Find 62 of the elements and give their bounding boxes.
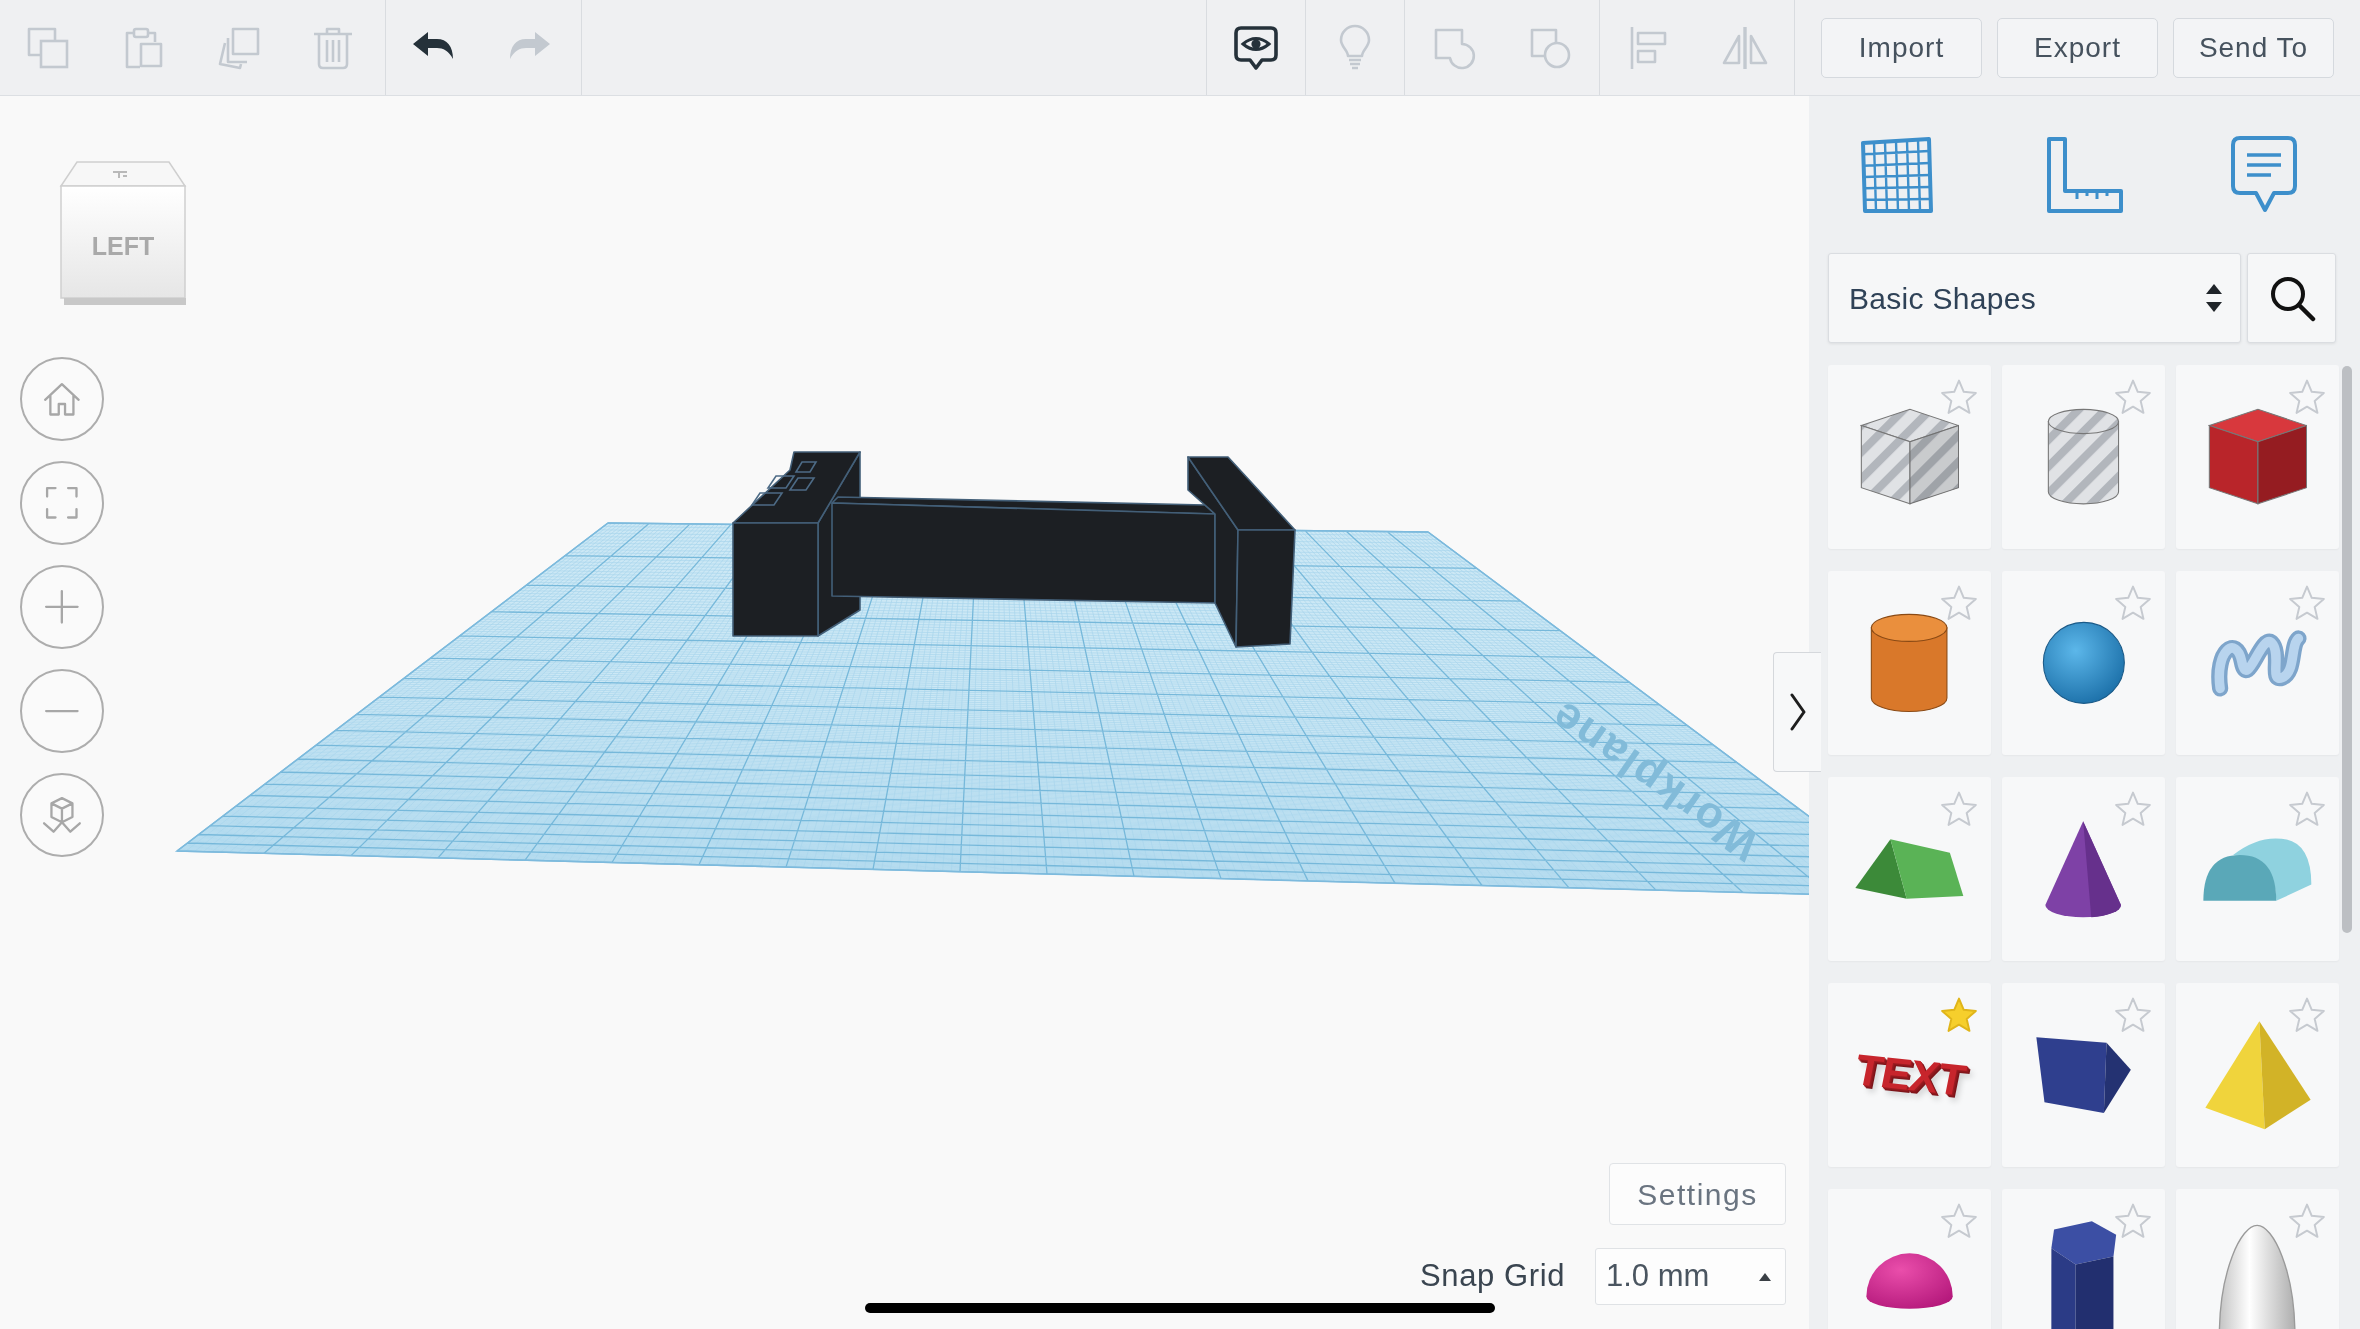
shape-tile[interactable] (1828, 365, 1991, 549)
wedge-icon (2034, 1035, 2133, 1115)
panel-toggle-button[interactable] (1773, 652, 1821, 772)
house-icon (43, 381, 81, 417)
star-icon[interactable] (1941, 585, 1977, 621)
star-icon[interactable] (2289, 379, 2325, 415)
minus-icon (44, 708, 80, 714)
snap-grid-label: Snap Grid (1420, 1257, 1565, 1296)
cube-icon (2207, 408, 2308, 506)
shape-tile[interactable] (2002, 365, 2165, 549)
prism-icon (1854, 837, 1965, 901)
import-button[interactable]: Import (1821, 17, 1982, 78)
star-icon[interactable] (1941, 1203, 1977, 1239)
plus-icon (44, 589, 80, 625)
cone-icon (2044, 819, 2123, 919)
corner-brackets-icon (45, 486, 79, 520)
star-icon[interactable] (2289, 585, 2325, 621)
star-icon[interactable] (2289, 997, 2325, 1033)
shape-tile[interactable] (2002, 1189, 2165, 1329)
shape-tile[interactable] (1828, 571, 1991, 755)
search-button[interactable] (2247, 253, 2336, 343)
paraboloid-icon (2218, 1224, 2297, 1329)
star-icon[interactable] (2115, 791, 2151, 827)
send-to-button[interactable]: Send To (2173, 17, 2334, 78)
cube-icon (42, 796, 82, 834)
scrollbar[interactable] (2342, 366, 2352, 933)
shape-tile[interactable] (2176, 983, 2339, 1167)
half-cylinder-icon (2202, 835, 2313, 903)
pyramid-icon (2203, 1019, 2312, 1131)
chevron-icon (1788, 693, 1807, 731)
shape-tile[interactable] (2002, 571, 2165, 755)
shape-tile[interactable] (2176, 571, 2339, 755)
settings-button[interactable]: Settings (1609, 1163, 1786, 1225)
shape-tile[interactable] (2002, 983, 2165, 1167)
hemisphere-icon (1864, 1251, 1955, 1311)
star-icon[interactable] (2115, 585, 2151, 621)
double-caret-icon (2206, 284, 2222, 312)
eye-bubble-icon (1232, 23, 1280, 72)
hexagonal-prism-icon (2049, 1220, 2118, 1329)
export-button[interactable]: Export (1997, 17, 2158, 78)
star-icon[interactable] (2289, 791, 2325, 827)
shape-tile[interactable] (2176, 1189, 2339, 1329)
striped-cylinder-icon (2047, 408, 2120, 506)
caret-icon (1759, 1272, 1771, 1281)
striped-cube-icon (1859, 408, 1960, 506)
shape-tile[interactable]: TEXT (1828, 983, 1991, 1167)
sphere-icon (2041, 621, 2126, 705)
cylinder-icon (1870, 613, 1949, 713)
star-icon[interactable] (2115, 997, 2151, 1033)
star-icon[interactable] (1941, 791, 1977, 827)
star-icon[interactable] (2289, 1203, 2325, 1239)
star-icon[interactable] (1941, 379, 1977, 415)
shape-tile[interactable] (2176, 365, 2339, 549)
shape-tile[interactable] (2002, 777, 2165, 961)
snap-grid-dropdown[interactable]: 1.0 mm (1595, 1248, 1786, 1305)
star-icon[interactable] (2115, 379, 2151, 415)
star-icon[interactable] (2115, 1203, 2151, 1239)
shape-tile[interactable] (2176, 777, 2339, 961)
shape-tile[interactable] (1828, 777, 1991, 961)
shape-library-dropdown[interactable]: Basic Shapes (1828, 253, 2241, 343)
shape-tile[interactable] (1828, 1189, 1991, 1329)
star-icon[interactable] (1941, 997, 1977, 1033)
